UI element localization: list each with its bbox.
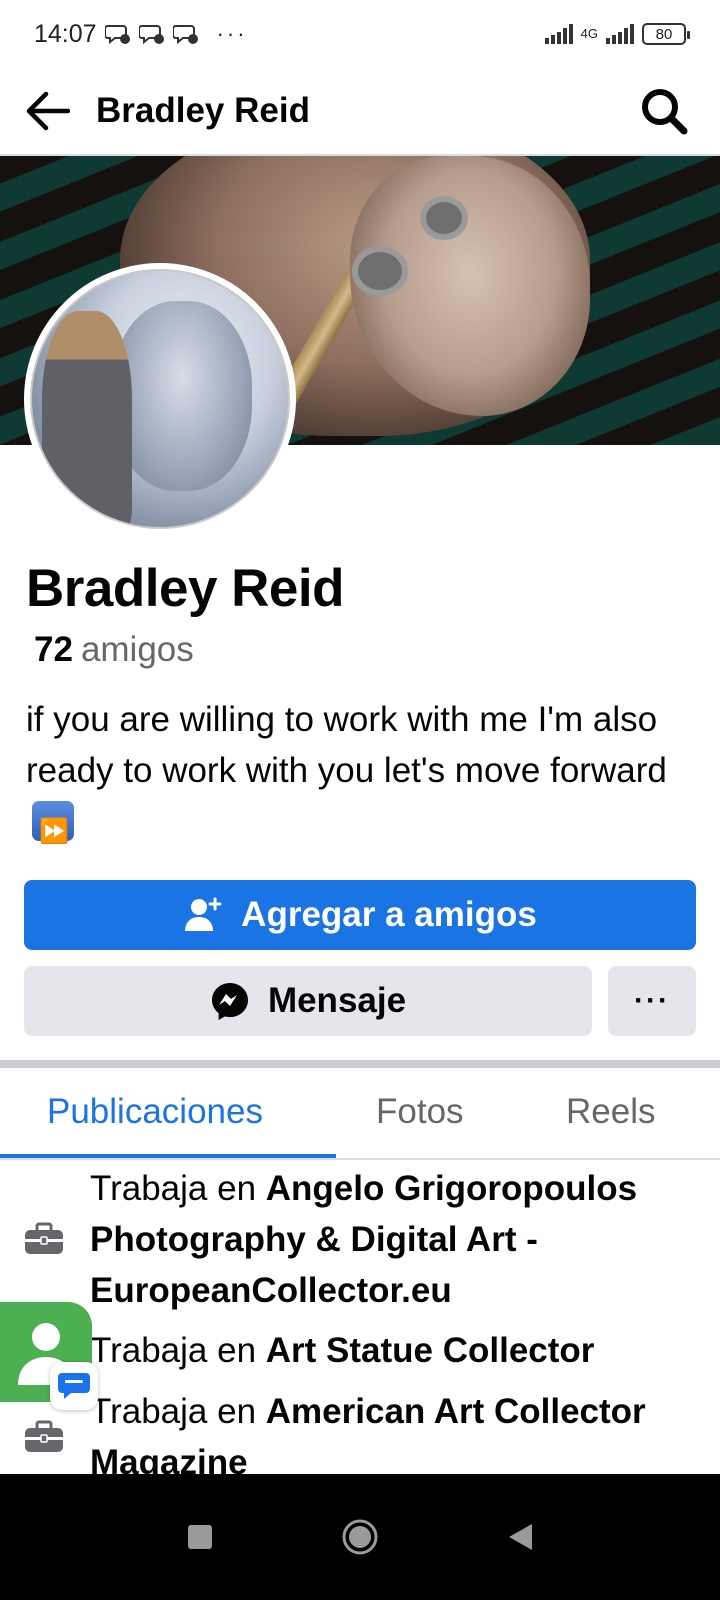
system-nav-bar xyxy=(0,1474,720,1600)
add-friend-button[interactable]: Agregar a amigos xyxy=(24,880,696,950)
battery-icon: 80 xyxy=(642,23,690,45)
friends-count: 72 xyxy=(34,630,73,669)
chat-notification-icon xyxy=(172,25,198,45)
profile-bio: if you are willing to work with me I'm a… xyxy=(26,694,696,857)
work-company-link[interactable]: Art Statue Collector xyxy=(266,1331,595,1370)
add-person-icon xyxy=(185,897,222,931)
status-bar: 14:07 ··· 4G 80 xyxy=(0,0,720,68)
bio-text: if you are willing to work with me I'm a… xyxy=(26,700,667,790)
profile-tabs: Publicaciones Fotos Reels xyxy=(0,1068,720,1160)
search-button[interactable] xyxy=(638,85,690,137)
back-button[interactable] xyxy=(22,86,72,136)
chat-notification-icon xyxy=(138,25,164,45)
friends-label: amigos xyxy=(80,630,194,669)
fast-forward-emoji-icon xyxy=(32,801,74,857)
work-item: Trabaja en Angelo Grigoropoulos Photogra… xyxy=(90,1163,700,1316)
briefcase-icon xyxy=(25,1222,63,1254)
tab-publicaciones[interactable]: Publicaciones xyxy=(47,1092,263,1132)
search-icon xyxy=(642,89,688,135)
message-bubble-icon xyxy=(58,1373,90,1399)
home-button[interactable] xyxy=(336,1513,384,1561)
chat-notification-icon xyxy=(104,25,130,45)
notification-icons xyxy=(104,22,199,46)
home-circle-icon xyxy=(342,1519,378,1555)
add-friend-label: Agregar a amigos xyxy=(241,895,537,934)
work-item: Trabaja en Art Statue Collector xyxy=(90,1325,700,1376)
section-divider xyxy=(0,1060,720,1068)
signal-strength-icon xyxy=(544,24,573,44)
recents-button[interactable] xyxy=(176,1513,224,1561)
tab-fotos[interactable]: Fotos xyxy=(376,1092,464,1132)
network-type: 4G xyxy=(580,26,598,41)
back-triangle-icon xyxy=(509,1524,532,1550)
active-tab-indicator xyxy=(0,1154,336,1158)
signal-strength-icon xyxy=(606,24,634,44)
work-prefix: Trabaja en xyxy=(90,1169,266,1208)
app-header: Bradley Reid xyxy=(0,68,720,156)
battery-level: 80 xyxy=(655,25,673,43)
recents-square-icon xyxy=(188,1525,212,1549)
message-button[interactable]: Mensaje xyxy=(24,966,592,1036)
status-time: 14:07 xyxy=(34,19,97,48)
more-options-icon: ··· xyxy=(634,984,670,1017)
back-arrow-icon xyxy=(26,91,70,131)
more-notifications-indicator: ··· xyxy=(216,21,248,46)
profile-avatar[interactable] xyxy=(24,263,296,535)
work-item: Trabaja en American Art Collector Magazi… xyxy=(90,1386,700,1488)
page-title: Bradley Reid xyxy=(96,91,310,130)
work-prefix: Trabaja en xyxy=(90,1331,266,1370)
message-label: Mensaje xyxy=(267,981,407,1020)
friends-count-link[interactable]: 72 amigos xyxy=(34,630,194,670)
briefcase-icon xyxy=(25,1420,63,1452)
messenger-icon xyxy=(211,983,248,1020)
more-options-button[interactable]: ··· xyxy=(608,966,696,1036)
back-nav-button[interactable] xyxy=(496,1513,544,1561)
chat-badge[interactable] xyxy=(50,1362,98,1410)
profile-name: Bradley Reid xyxy=(26,559,345,618)
work-prefix: Trabaja en xyxy=(90,1392,266,1431)
tab-reels[interactable]: Reels xyxy=(566,1092,655,1132)
status-indicators: 4G 80 xyxy=(544,23,690,45)
